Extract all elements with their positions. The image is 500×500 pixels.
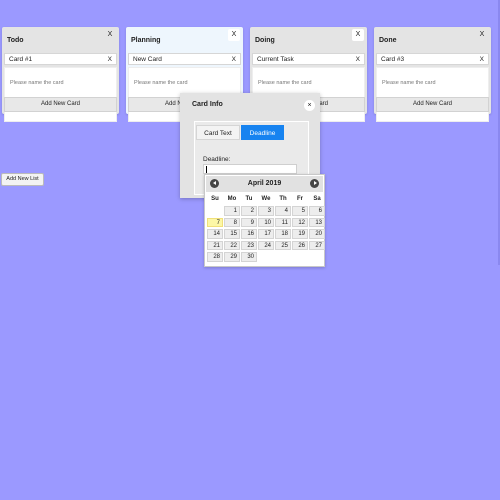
calendar-day[interactable]: 26 xyxy=(292,240,308,250)
weekday-header: Su xyxy=(211,196,219,202)
calendar-day[interactable]: 13 xyxy=(309,217,325,227)
calendar-day[interactable]: 16 xyxy=(241,229,257,239)
add-card-button[interactable]: Add New Card xyxy=(4,97,117,112)
delete-list-button[interactable]: X xyxy=(352,29,364,41)
calendar-day[interactable]: 22 xyxy=(224,240,240,250)
new-card-placeholder: Please name the card xyxy=(134,80,188,86)
new-card-input[interactable]: Please name the card xyxy=(4,67,117,122)
calendar-day[interactable]: 6 xyxy=(309,206,325,216)
calendar-day[interactable]: 12 xyxy=(292,217,308,227)
calendar-day[interactable]: 20 xyxy=(309,229,325,239)
calendar-day[interactable]: 3 xyxy=(258,206,274,216)
delete-list-button[interactable]: X xyxy=(104,29,116,41)
next-month-icon[interactable] xyxy=(310,179,319,188)
new-card-placeholder: Please name the card xyxy=(10,80,64,86)
card-name: Card #1 xyxy=(9,56,33,63)
card[interactable]: New Card X xyxy=(128,53,241,65)
calendar-day[interactable]: 27 xyxy=(309,240,325,250)
new-card-placeholder: Please name the card xyxy=(382,80,436,86)
weekday-header: Tu xyxy=(245,196,253,202)
delete-card-button[interactable]: X xyxy=(108,56,112,63)
calendar-day[interactable]: 4 xyxy=(275,206,291,216)
calendar-day[interactable]: 18 xyxy=(275,229,291,239)
calendar-day[interactable]: 10 xyxy=(258,217,274,227)
calendar-day[interactable]: 14 xyxy=(207,229,223,239)
deadline-input[interactable] xyxy=(203,164,297,174)
calendar-day[interactable]: 2 xyxy=(241,206,257,216)
weekday-header: Sa xyxy=(313,196,321,202)
list-title: Todo xyxy=(7,37,24,44)
list-title: Doing xyxy=(255,37,275,44)
datepicker-header: April 2019 xyxy=(206,176,323,192)
calendar-day[interactable]: 5 xyxy=(292,206,308,216)
calendar-day-today[interactable]: 7 xyxy=(207,217,223,227)
list-title: Done xyxy=(379,37,397,44)
delete-list-button[interactable]: X xyxy=(476,29,488,41)
add-list-button[interactable]: Add New List xyxy=(1,173,44,186)
calendar-grid: Su Mo Tu We Th Fr Sa 1 2 3 4 5 6 7 8 9 10 11 12 13 14 15 16 17 1… xyxy=(207,194,325,263)
calendar-day[interactable]: 28 xyxy=(207,252,223,262)
weekday-header: Th xyxy=(279,196,287,202)
calendar-day[interactable]: 8 xyxy=(224,217,240,227)
card[interactable]: Card #3 X xyxy=(376,53,489,65)
calendar-empty-cell xyxy=(207,206,223,216)
datepicker: April 2019 Su Mo Tu We Th Fr Sa 1 2 3 4 5 6 7 8 9 10 11 12… xyxy=(204,174,325,267)
calendar-day[interactable]: 15 xyxy=(224,229,240,239)
card[interactable]: Current Task X xyxy=(252,53,365,65)
delete-card-button[interactable]: X xyxy=(356,56,360,63)
calendar-day[interactable]: 9 xyxy=(241,217,257,227)
add-card-button[interactable]: Add New Card xyxy=(376,97,489,112)
calendar-day[interactable]: 19 xyxy=(292,229,308,239)
calendar-day[interactable]: 11 xyxy=(275,217,291,227)
calendar-day[interactable]: 24 xyxy=(258,240,274,250)
new-card-placeholder: Please name the card xyxy=(258,80,312,86)
delete-list-button[interactable]: X xyxy=(228,29,240,41)
tab-deadline[interactable]: Deadline xyxy=(241,125,284,140)
calendar-day[interactable]: 30 xyxy=(241,252,257,262)
calendar-day[interactable]: 17 xyxy=(258,229,274,239)
month-title: April 2019 xyxy=(247,180,282,187)
list-todo: Todo X Card #1 X Please name the card Ad… xyxy=(2,27,119,122)
modal-title: Card Info xyxy=(192,101,223,108)
calendar-day[interactable]: 21 xyxy=(207,240,223,250)
delete-card-button[interactable]: X xyxy=(480,56,484,63)
close-modal-button[interactable]: × xyxy=(304,100,315,111)
card-name: New Card xyxy=(133,56,162,63)
calendar-day[interactable]: 1 xyxy=(224,206,240,216)
weekday-header: We xyxy=(261,196,271,202)
card-name: Card #3 xyxy=(381,56,405,63)
delete-card-button[interactable]: X xyxy=(232,56,236,63)
list-title: Planning xyxy=(131,37,161,44)
calendar-day[interactable]: 23 xyxy=(241,240,257,250)
list-done: Done X Card #3 X Please name the card Ad… xyxy=(374,27,491,122)
calendar-day[interactable]: 29 xyxy=(224,252,240,262)
calendar-day[interactable]: 25 xyxy=(275,240,291,250)
new-card-input[interactable]: Please name the card xyxy=(376,67,489,122)
text-caret xyxy=(206,166,207,173)
card[interactable]: Card #1 X xyxy=(4,53,117,65)
deadline-label: Deadline: xyxy=(203,156,231,163)
weekday-header: Mo xyxy=(227,196,237,202)
tab-card-text[interactable]: Card Text xyxy=(196,125,240,140)
card-name: Current Task xyxy=(257,56,294,63)
weekday-header: Fr xyxy=(297,196,303,202)
